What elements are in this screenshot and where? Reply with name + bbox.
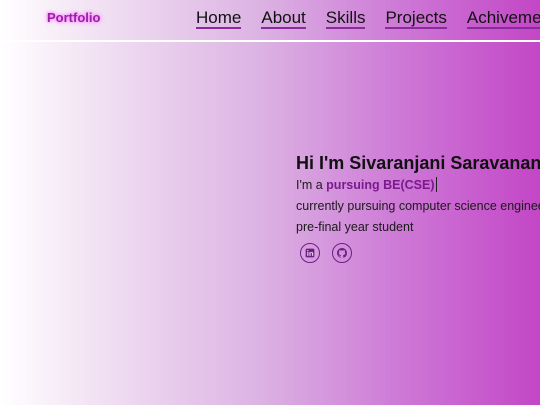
nav-link-about[interactable]: About	[261, 8, 306, 29]
nav-link-projects[interactable]: Projects	[385, 8, 447, 29]
nav-link-achivements[interactable]: Achivements	[466, 8, 540, 29]
github-icon	[337, 248, 347, 258]
hero-intro-prefix: I'm a	[296, 178, 327, 192]
hero-section: Hi I'm Sivaranjani Saravanan I'm a pursu…	[296, 152, 540, 263]
nav-links: Home About Skills Projects Achivements	[196, 8, 540, 29]
hero-title: Hi I'm Sivaranjani Saravanan	[296, 153, 540, 173]
social-links	[300, 243, 540, 263]
nav-link-home[interactable]: Home	[196, 8, 242, 29]
linkedin-icon	[305, 248, 315, 258]
nav-link-skills[interactable]: Skills	[325, 8, 366, 29]
typing-cursor	[435, 177, 437, 192]
hero-line-2: currently pursuing computer science engi…	[296, 199, 540, 213]
logo[interactable]: Portfolio	[47, 10, 100, 25]
hero-typed-text: pursuing BE(CSE)	[326, 178, 435, 192]
github-button[interactable]	[332, 243, 352, 263]
hero-line-3: pre-final year student	[296, 220, 414, 234]
navbar: Portfolio Home About Skills Projects Ach…	[0, 0, 540, 42]
linkedin-button[interactable]	[300, 243, 320, 263]
hero-intro: I'm a pursuing BE(CSE)	[296, 177, 540, 193]
